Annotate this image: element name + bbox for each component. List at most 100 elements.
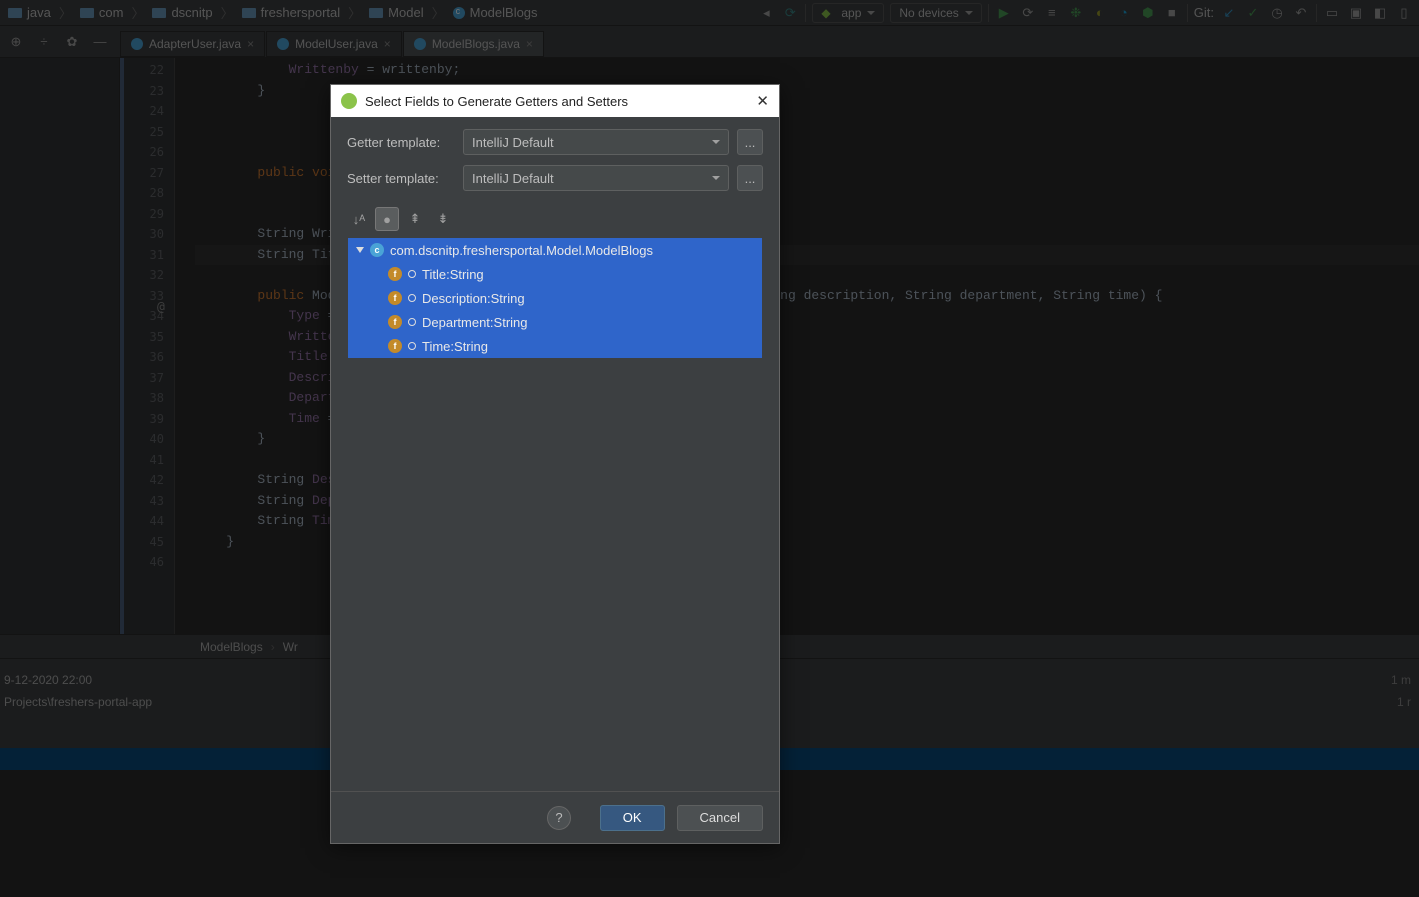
editor-tab[interactable]: AdapterUser.java × (120, 31, 265, 57)
class-icon (453, 7, 465, 19)
git-commit-icon[interactable]: ✓ (1244, 4, 1262, 22)
getter-template-label: Getter template: (347, 135, 455, 150)
expand-all-icon[interactable]: ⇞ (403, 207, 427, 231)
breadcrumb: java〉 com〉 dscnitp〉 freshersportal〉 Mode… (0, 3, 542, 22)
toolbar-right: ◂ ⟳ ◆ app No devices ▶ ⟳ ≡ ❉ ◐ ◔ ⬢ ■ Git… (757, 3, 1419, 23)
settings-icon[interactable]: ✿ (64, 34, 80, 50)
close-icon[interactable]: ✕ (756, 92, 769, 110)
git-path: Projects\freshers-portal-app (0, 695, 152, 709)
stop-icon[interactable]: ■ (1163, 4, 1181, 22)
crumb[interactable]: Wr (283, 640, 298, 654)
crumb[interactable]: java (4, 5, 55, 20)
field-label: Description:String (422, 291, 525, 306)
run-icon[interactable]: ▶ (995, 4, 1013, 22)
device-manager-icon[interactable]: ▯ (1395, 4, 1413, 22)
hide-panel-icon[interactable]: — (92, 34, 108, 50)
chevron-down-icon[interactable] (356, 247, 364, 253)
dialog-titlebar: Select Fields to Generate Getters and Se… (331, 85, 779, 117)
tree-field-node[interactable]: f Department:String (348, 310, 762, 334)
main-toolbar: java〉 com〉 dscnitp〉 freshersportal〉 Mode… (0, 0, 1419, 26)
android-icon: ◆ (821, 6, 835, 20)
git-age: 1 m (1391, 673, 1419, 687)
editor-tab[interactable]: ModelUser.java × (266, 31, 402, 57)
editor-tab-active[interactable]: ModelBlogs.java × (403, 31, 544, 57)
visibility-icon (408, 294, 416, 302)
class-path-label: com.dscnitp.freshersportal.Model.ModelBl… (390, 243, 653, 258)
apply-code-icon[interactable]: ≡ (1043, 4, 1061, 22)
field-label: Department:String (422, 315, 528, 330)
crumb[interactable]: dscnitp (148, 5, 216, 20)
tree-field-node[interactable]: f Title:String (348, 262, 762, 286)
field-icon: f (388, 291, 402, 305)
field-icon: f (388, 339, 402, 353)
field-label: Time:String (422, 339, 488, 354)
project-panel-collapsed (0, 58, 120, 634)
sort-alpha-icon[interactable]: ↓ᴬ (347, 207, 371, 231)
crumb[interactable]: ModelBlogs (200, 640, 263, 654)
class-icon (277, 38, 289, 50)
field-tree[interactable]: c com.dscnitp.freshersportal.Model.Model… (347, 237, 763, 359)
visibility-icon (408, 318, 416, 326)
setter-template-dropdown[interactable]: IntelliJ Default (463, 165, 729, 191)
tree-field-node[interactable]: f Description:String (348, 286, 762, 310)
generate-getters-setters-dialog: Select Fields to Generate Getters and Se… (330, 84, 780, 844)
device-dropdown[interactable]: No devices (890, 3, 981, 23)
attach-debugger-icon[interactable]: ⬢ (1139, 4, 1157, 22)
debug-icon[interactable]: ❉ (1067, 4, 1085, 22)
tree-class-node[interactable]: c com.dscnitp.freshersportal.Model.Model… (348, 238, 762, 262)
field-icon: f (388, 315, 402, 329)
cancel-button[interactable]: Cancel (677, 805, 763, 831)
layout-icon[interactable]: ▭ (1323, 4, 1341, 22)
sort-visibility-icon[interactable]: ● (375, 207, 399, 231)
git-rollback-icon[interactable]: ↶ (1292, 4, 1310, 22)
folder-icon (8, 8, 22, 18)
close-icon[interactable]: × (384, 37, 391, 51)
crumb[interactable]: com (76, 5, 128, 20)
class-icon (414, 38, 426, 50)
close-icon[interactable]: × (247, 37, 254, 51)
git-update-icon[interactable]: ↙ (1220, 4, 1238, 22)
back-button[interactable]: ◂ (757, 4, 775, 22)
class-icon: c (370, 243, 384, 257)
git-label: Git: (1194, 5, 1214, 20)
sdk-icon[interactable]: ◧ (1371, 4, 1389, 22)
run-config-dropdown[interactable]: ◆ app (812, 3, 884, 23)
git-timestamp: 9-12-2020 22:00 (0, 673, 92, 687)
help-button[interactable]: ? (547, 806, 571, 830)
browse-button[interactable]: ... (737, 129, 763, 155)
avd-icon[interactable]: ▣ (1347, 4, 1365, 22)
target-icon[interactable]: ⊕ (8, 34, 24, 50)
tree-field-node[interactable]: f Time:String (348, 334, 762, 358)
getter-template-dropdown[interactable]: IntelliJ Default (463, 129, 729, 155)
close-icon[interactable]: × (526, 37, 533, 51)
tab-label: AdapterUser.java (149, 37, 241, 51)
folder-icon (152, 8, 166, 18)
ok-button[interactable]: OK (600, 805, 665, 831)
profiler-icon[interactable]: ◔ (1115, 4, 1133, 22)
visibility-icon (408, 342, 416, 350)
folder-icon (369, 8, 383, 18)
tab-label: ModelBlogs.java (432, 37, 520, 51)
crumb[interactable]: freshersportal (238, 5, 344, 20)
field-label: Title:String (422, 267, 484, 282)
sync-button[interactable]: ⟳ (781, 4, 799, 22)
editor-tab-bar: ⊕ ÷ ✿ — AdapterUser.java × ModelUser.jav… (0, 26, 1419, 58)
crumb[interactable]: Model (365, 5, 427, 20)
coverage-icon[interactable]: ◐ (1091, 4, 1109, 22)
line-number-gutter: 2223242526272829303132333435363738394041… (120, 58, 175, 634)
tab-label: ModelUser.java (295, 37, 378, 51)
change-marker (120, 58, 124, 634)
apply-changes-icon[interactable]: ⟳ (1019, 4, 1037, 22)
field-icon: f (388, 267, 402, 281)
crumb[interactable]: ModelBlogs (449, 5, 542, 20)
android-studio-icon (341, 93, 357, 109)
collapse-icon[interactable]: ÷ (36, 34, 52, 50)
setter-template-label: Setter template: (347, 171, 455, 186)
git-history-icon[interactable]: ◷ (1268, 4, 1286, 22)
collapse-all-icon[interactable]: ⇟ (431, 207, 455, 231)
visibility-icon (408, 270, 416, 278)
dialog-title: Select Fields to Generate Getters and Se… (365, 94, 628, 109)
folder-icon (242, 8, 256, 18)
git-count: 1 r (1397, 695, 1419, 709)
browse-button[interactable]: ... (737, 165, 763, 191)
